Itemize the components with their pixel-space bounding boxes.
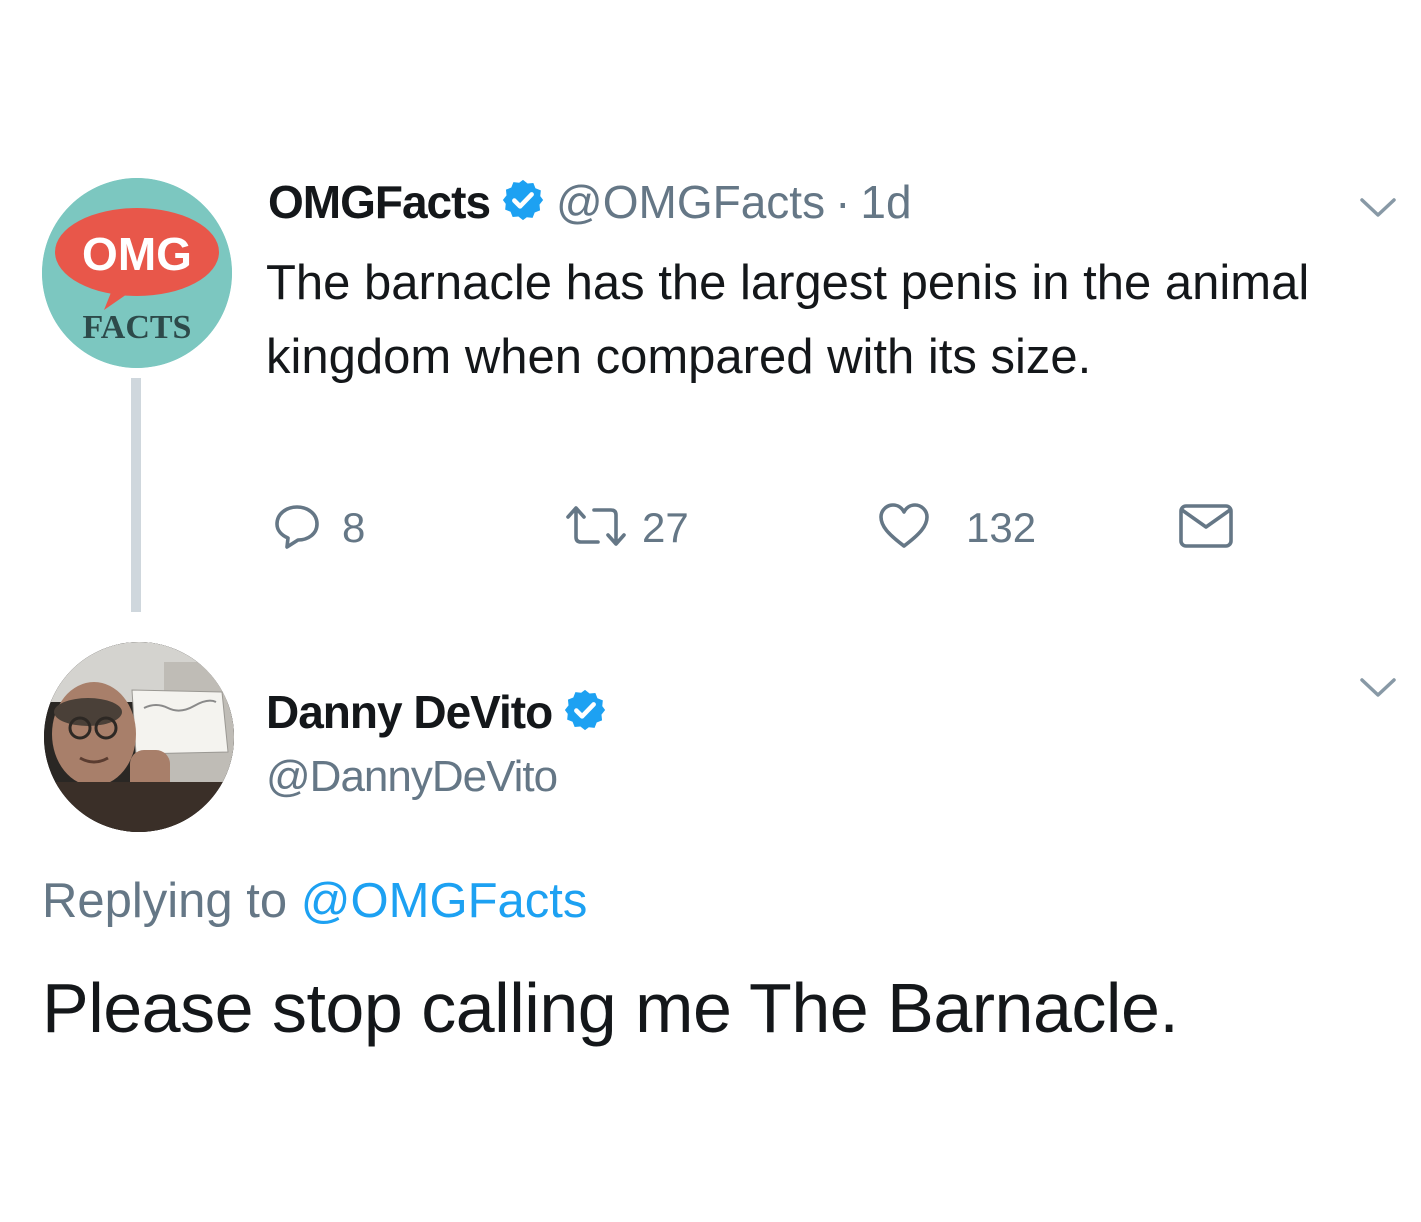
tweet2-more-chevron-icon[interactable]: [1358, 676, 1398, 705]
tweet2-display-name[interactable]: Danny DeVito: [266, 685, 553, 739]
tweet2-text: Please stop calling me The Barnacle.: [42, 969, 1179, 1047]
tweet1-header: OMGFacts @OMGFacts · 1d: [268, 172, 912, 232]
replying-to-label: Replying to: [42, 874, 288, 928]
reply-button[interactable]: 8: [272, 498, 365, 558]
facts-logo-text: FACTS: [83, 309, 192, 346]
tweet1-timestamp[interactable]: 1d: [860, 175, 911, 229]
retweet-icon: [564, 501, 628, 556]
retweet-button[interactable]: 27: [564, 498, 689, 558]
profile-photo-icon: [44, 642, 234, 832]
replying-to-line: Replying to @OMGFacts: [42, 873, 587, 929]
tweet1-text: The barnacle has the largest penis in th…: [266, 256, 1310, 384]
dannydevito-avatar[interactable]: [44, 642, 234, 832]
envelope-icon: [1178, 503, 1234, 554]
verified-badge-icon: [562, 687, 608, 738]
omgfacts-avatar[interactable]: OMG FACTS: [42, 178, 232, 368]
like-count: 132: [966, 504, 1037, 551]
retweet-count: 27: [642, 504, 689, 551]
tweet1-action-bar: 8 27 132: [272, 498, 1252, 558]
heart-icon: [878, 502, 930, 555]
tweet1-more-chevron-icon[interactable]: [1358, 196, 1398, 225]
thread-connector-line: [131, 378, 141, 612]
direct-message-button[interactable]: [1178, 498, 1234, 558]
omg-logo-text: OMG: [82, 228, 192, 280]
verified-badge-icon: [500, 177, 546, 228]
omgfacts-logo-icon: OMG FACTS: [42, 178, 232, 368]
like-button[interactable]: 132: [878, 498, 1036, 558]
timestamp-separator: ·: [835, 176, 851, 228]
replying-to-handle-link[interactable]: @OMGFacts: [301, 874, 588, 928]
reply-icon: [272, 501, 322, 556]
tweet2-header: Danny DeVito: [266, 682, 618, 742]
reply-count: 8: [342, 504, 366, 551]
tweet1-display-name[interactable]: OMGFacts: [268, 175, 491, 229]
tweet1-handle[interactable]: @OMGFacts: [556, 175, 825, 229]
tweet2-handle[interactable]: @DannyDeVito: [266, 752, 558, 802]
